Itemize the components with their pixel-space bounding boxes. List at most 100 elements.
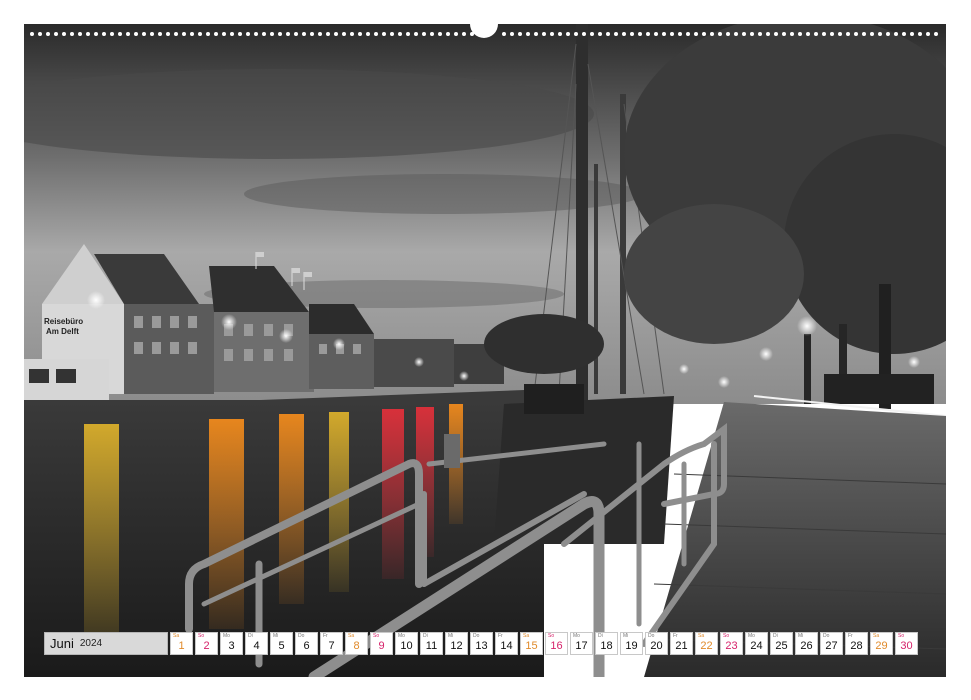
day-number: 28 <box>850 640 863 652</box>
day-number: 21 <box>675 640 688 652</box>
month-label: Juni 2024 <box>44 632 168 655</box>
day-number: 16 <box>550 640 563 652</box>
day-of-week: Di <box>248 633 253 639</box>
day-of-week: So <box>898 633 905 639</box>
binding-hole <box>246 32 250 36</box>
binding-hole <box>910 32 914 36</box>
binding-hole <box>270 32 274 36</box>
binding-hole <box>814 32 818 36</box>
calendar-day: Sa 1 <box>170 632 193 655</box>
binding-hole <box>622 32 626 36</box>
day-number: 17 <box>575 640 588 652</box>
binding-hole <box>422 32 426 36</box>
binding-hole <box>190 32 194 36</box>
binding-hole <box>606 32 610 36</box>
day-of-week: So <box>723 633 730 639</box>
day-of-week: Mi <box>273 633 279 639</box>
day-of-week: Sa <box>523 633 530 639</box>
day-number: 2 <box>203 640 210 652</box>
binding-hole <box>878 32 882 36</box>
binding-hole <box>518 32 522 36</box>
calendar-day: Sa 22 <box>695 632 718 655</box>
calendar-day: Do 27 <box>820 632 843 655</box>
calendar-day: Do 6 <box>295 632 318 655</box>
binding-hole <box>790 32 794 36</box>
binding-hole <box>78 32 82 36</box>
binding-hole <box>830 32 834 36</box>
binding-hole <box>182 32 186 36</box>
calendar-day: Fr 14 <box>495 632 518 655</box>
binding-hole <box>846 32 850 36</box>
month-year: 2024 <box>79 638 103 649</box>
day-of-week: Sa <box>873 633 880 639</box>
calendar-day: Di 11 <box>420 632 443 655</box>
binding-hole <box>766 32 770 36</box>
binding-hole <box>734 32 738 36</box>
binding-hole <box>302 32 306 36</box>
binding-hole <box>454 32 458 36</box>
binding-hole <box>174 32 178 36</box>
day-number: 8 <box>353 640 360 652</box>
binding-hole <box>310 32 314 36</box>
day-of-week: Sa <box>173 633 180 639</box>
binding-hole <box>358 32 362 36</box>
binding-hole <box>390 32 394 36</box>
binding-hole <box>742 32 746 36</box>
day-number: 9 <box>378 640 385 652</box>
day-of-week: Mi <box>623 633 629 639</box>
binding-hole <box>894 32 898 36</box>
day-of-week: Sa <box>698 633 705 639</box>
binding-hole <box>678 32 682 36</box>
binding-hole <box>366 32 370 36</box>
binding-hole <box>694 32 698 36</box>
binding-hole <box>582 32 586 36</box>
binding-hole <box>686 32 690 36</box>
day-of-week: Do <box>648 633 655 639</box>
day-number: 12 <box>450 640 463 652</box>
day-of-week: So <box>198 633 205 639</box>
day-number: 6 <box>303 640 310 652</box>
binding-hole <box>614 32 618 36</box>
binding-hole <box>718 32 722 36</box>
binding-hole <box>382 32 386 36</box>
binding-hole <box>350 32 354 36</box>
calendar-day: Fr 21 <box>670 632 693 655</box>
day-of-week: Do <box>823 633 830 639</box>
binding-hole <box>542 32 546 36</box>
calendar-day: Di 4 <box>245 632 268 655</box>
binding-hole <box>670 32 674 36</box>
day-of-week: Di <box>773 633 778 639</box>
calendar-day: So 23 <box>720 632 743 655</box>
day-of-week: Fr <box>498 633 503 639</box>
binding-hole <box>334 32 338 36</box>
calendar-day: Sa 15 <box>520 632 543 655</box>
binding-hole <box>934 32 938 36</box>
binding-hole <box>630 32 634 36</box>
binding-hole <box>638 32 642 36</box>
binding-hole <box>94 32 98 36</box>
binding-hole <box>430 32 434 36</box>
binding-hole <box>822 32 826 36</box>
day-of-week: Di <box>423 633 428 639</box>
binding-hole <box>374 32 378 36</box>
binding-hole <box>166 32 170 36</box>
calendar-day: Mo 3 <box>220 632 243 655</box>
binding-hole <box>534 32 538 36</box>
calendar-day: So 16 <box>545 632 568 655</box>
day-of-week: Mo <box>223 633 230 639</box>
binding-hole <box>38 32 42 36</box>
binding-hole <box>902 32 906 36</box>
day-number: 7 <box>328 640 335 652</box>
binding-hole <box>838 32 842 36</box>
day-number: 5 <box>278 640 285 652</box>
day-number: 22 <box>700 640 713 652</box>
binding-hole <box>118 32 122 36</box>
day-number: 11 <box>425 640 438 652</box>
day-number: 13 <box>475 640 488 652</box>
binding-hole <box>222 32 226 36</box>
day-number: 23 <box>725 640 738 652</box>
calendar-day: Di 18 <box>595 632 618 655</box>
day-of-week: So <box>548 633 555 639</box>
binding-hole <box>782 32 786 36</box>
binding-hole <box>598 32 602 36</box>
